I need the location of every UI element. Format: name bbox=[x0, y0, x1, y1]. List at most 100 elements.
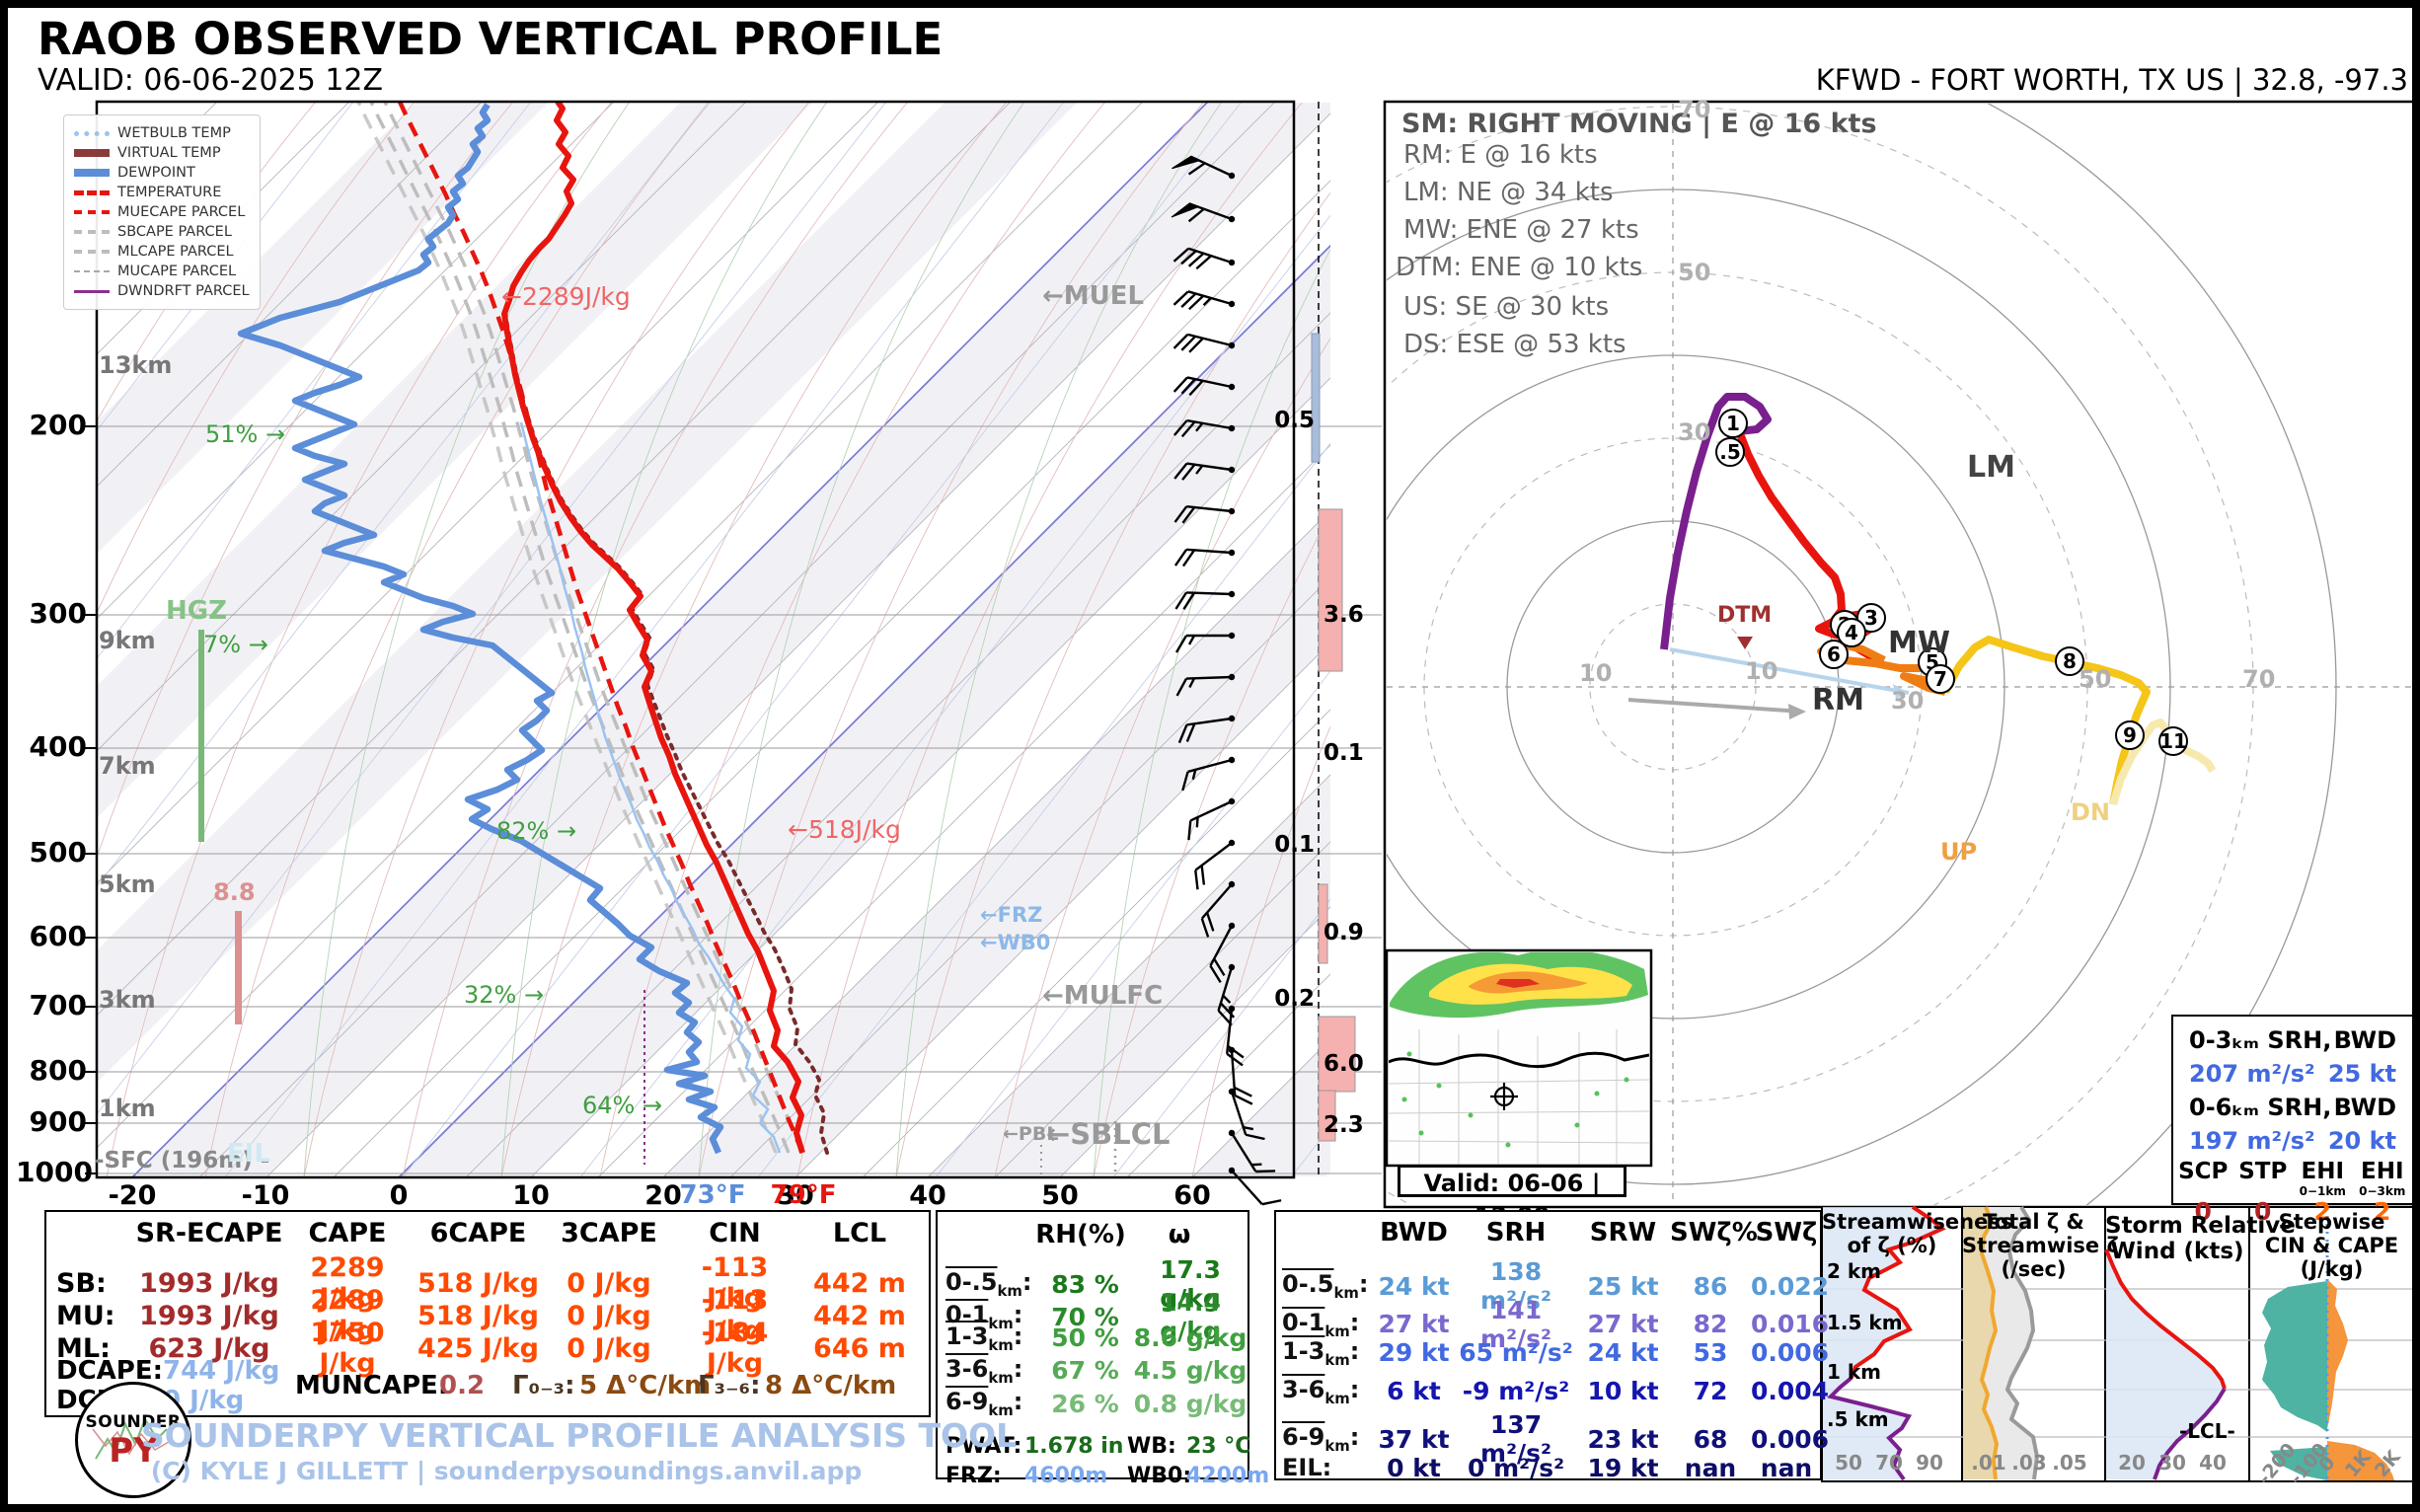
panel1-xtick: 90 bbox=[1910, 1453, 1949, 1474]
brand-line2: (C) KYLE J GILLETT | sounderpysoundings.… bbox=[141, 1459, 871, 1484]
layer-value: 0.1 bbox=[1261, 833, 1315, 857]
station-info: KFWD - FORT WORTH, TX US | 32.8, -97.3 bbox=[1421, 65, 2408, 95]
eil-annotation: EIL bbox=[227, 1141, 270, 1168]
legend-label: TEMPERATURE bbox=[117, 185, 221, 200]
thermo-row: SB: 1993 J/kg 2289 J/kg 518 J/kg 0 J/kg … bbox=[46, 1252, 929, 1285]
mulfc-annotation: ←MULFC bbox=[1042, 983, 1163, 1010]
radar-valid-badge: Valid: 06-06 | 12:00 bbox=[1398, 1165, 1626, 1197]
storm-motion-rm: RM: E @ 16 kts bbox=[1403, 142, 1598, 169]
up-label: UP bbox=[1940, 840, 1977, 865]
dn-label: DN bbox=[2071, 800, 2110, 825]
marker-label: 6 bbox=[1827, 643, 1841, 666]
panel1-ylabel: 1.5 km bbox=[1827, 1313, 1903, 1333]
marker-label: 8 bbox=[2063, 649, 2077, 673]
ring-label: 10 bbox=[1745, 659, 1777, 684]
legend-label: MUECAPE PARCEL bbox=[117, 204, 245, 220]
panel3-xtick: 30 bbox=[2153, 1453, 2192, 1474]
legend-line-sample bbox=[74, 169, 110, 177]
kin-header: SWζ bbox=[1751, 1218, 1822, 1247]
height-label: 7km bbox=[99, 754, 156, 779]
marker-label: 7 bbox=[1933, 667, 1947, 691]
legend-label: SBCAPE PARCEL bbox=[117, 224, 232, 240]
bwd-0-6-value: 20 kt bbox=[2328, 1127, 2396, 1155]
thermo-header: CIN bbox=[673, 1218, 796, 1248]
legend-line-sample bbox=[74, 230, 110, 234]
kin-header: SRH bbox=[1456, 1218, 1576, 1247]
ring-label: 70 bbox=[2242, 667, 2275, 692]
bwd-0-3-label: BWD bbox=[2334, 1026, 2396, 1054]
wb0-value: 4200m bbox=[1186, 1465, 1269, 1487]
layer-value: 0.2 bbox=[1261, 987, 1315, 1011]
panel1-xtick: 70 bbox=[1869, 1453, 1909, 1474]
temp-axis-label: 40 bbox=[888, 1182, 967, 1210]
legend-item: SBCAPE PARCEL bbox=[70, 222, 254, 242]
kinematics-row: 1-3km: 29 kt 65 m²/s² 24 kt 53 0.006 bbox=[1276, 1334, 1820, 1373]
rh-annotation-upper: 51% → bbox=[205, 422, 285, 447]
height-label: 9km bbox=[99, 629, 156, 653]
dcape-label: DCAPE: bbox=[56, 1358, 163, 1385]
gamma03-label: Γ₀₋₃: bbox=[512, 1373, 574, 1399]
panel2-xtick: .05 bbox=[2050, 1453, 2089, 1474]
height-label: 3km bbox=[99, 988, 156, 1013]
legend-line-sample bbox=[74, 210, 110, 214]
srh-0-3-value: 207 m²/s² bbox=[2189, 1060, 2315, 1088]
panel4-title-line: CIN & CAPE bbox=[2249, 1235, 2414, 1256]
legend-line-sample bbox=[74, 131, 110, 136]
gamma36-value: 8 Δ°C/km bbox=[765, 1373, 896, 1399]
hgz-bar bbox=[198, 630, 204, 842]
legend-item: MLCAPE PARCEL bbox=[70, 242, 254, 262]
ring-label: 30 bbox=[1678, 420, 1710, 445]
temp-axis-label: 10 bbox=[492, 1182, 570, 1210]
legend-line-sample bbox=[74, 290, 110, 293]
panel2-xtick: .01 bbox=[1969, 1453, 2008, 1474]
legend-item: MUCAPE PARCEL bbox=[70, 262, 254, 281]
ring-label: 50 bbox=[2079, 667, 2111, 692]
ehi-0-3-sub: 0−3km bbox=[2353, 1184, 2413, 1197]
kin-header: SWζ% bbox=[1670, 1218, 1751, 1247]
ehi-0-1-sub: 0−1km bbox=[2293, 1184, 2353, 1197]
storm-motion-sm: SM: RIGHT MOVING | E @ 16 kts bbox=[1401, 111, 1877, 138]
ehi-0-1-label: EHI bbox=[2293, 1159, 2353, 1184]
legend-line-sample bbox=[74, 270, 110, 272]
storm-motion-lm: LM: NE @ 34 kts bbox=[1403, 180, 1614, 206]
legend-item: MUECAPE PARCEL bbox=[70, 202, 254, 222]
moisture-row: 3-6km: 67 % 4.5 g/kg bbox=[938, 1354, 1248, 1387]
marker-label: 9 bbox=[2123, 723, 2137, 747]
panel3-title-line: Storm Relative bbox=[2105, 1214, 2249, 1238]
panel2-title-line: Streamwise ζ bbox=[1962, 1235, 2105, 1256]
rh-annotation-low: 32% → bbox=[464, 983, 544, 1008]
wb0-annotation: ←WB0 bbox=[980, 932, 1050, 953]
kin-header: BWD bbox=[1372, 1218, 1456, 1247]
stp-label: STP bbox=[2233, 1159, 2294, 1184]
el-cape-annotation: ←2289J/kg bbox=[501, 284, 631, 310]
pressure-label: 800 bbox=[26, 1056, 87, 1085]
height-label: 1km bbox=[99, 1096, 156, 1121]
rh-annotation-mid: 82% → bbox=[496, 819, 576, 844]
gamma36-label: Γ₃₋₆: bbox=[698, 1373, 760, 1399]
surface-dewpoint-label: 73°F bbox=[673, 1182, 752, 1209]
legend-label: MLCAPE PARCEL bbox=[117, 244, 234, 260]
rh-header: RH(%) bbox=[1031, 1222, 1130, 1248]
temp-axis-label: 60 bbox=[1153, 1182, 1232, 1210]
panel2-xtick: .03 bbox=[2009, 1453, 2049, 1474]
legend-label: WETBULB TEMP bbox=[117, 125, 231, 141]
hgz-rh-annotation: 7% → bbox=[203, 633, 268, 657]
frz-value: 4600m bbox=[1024, 1465, 1107, 1487]
panel2-title-line: Total ζ & bbox=[1962, 1211, 2105, 1233]
brand-line1: SOUNDERPY VERTICAL PROFILE ANALYSIS TOOL bbox=[141, 1419, 871, 1454]
right-mover-label: RM bbox=[1812, 685, 1864, 717]
kinematics-eil-row: EIL: 0 kt 0 m²/s² 19 kt nan nan bbox=[1276, 1449, 1820, 1487]
omega-header: ω bbox=[1140, 1222, 1219, 1248]
kin-header: SRW bbox=[1576, 1218, 1670, 1247]
thermo-header: 6CAPE bbox=[412, 1218, 545, 1248]
pressure-label: 500 bbox=[26, 838, 87, 867]
pwat-value: 1.678 in bbox=[1024, 1435, 1123, 1458]
valid-time: VALID: 06-06-2025 12Z bbox=[38, 65, 383, 97]
panel3-xtick: 20 bbox=[2112, 1453, 2152, 1474]
panel1-ylabel: 1 km bbox=[1827, 1362, 1881, 1383]
storm-motion-mw: MW: ENE @ 27 kts bbox=[1403, 217, 1639, 244]
panel4-title-line: (J/kg) bbox=[2249, 1258, 2414, 1280]
wb-value: 23 °C bbox=[1186, 1435, 1250, 1458]
gamma03-value: 5 Δ°C/km bbox=[579, 1373, 711, 1399]
panel3-lcl-label: -LCL- bbox=[2179, 1421, 2235, 1442]
